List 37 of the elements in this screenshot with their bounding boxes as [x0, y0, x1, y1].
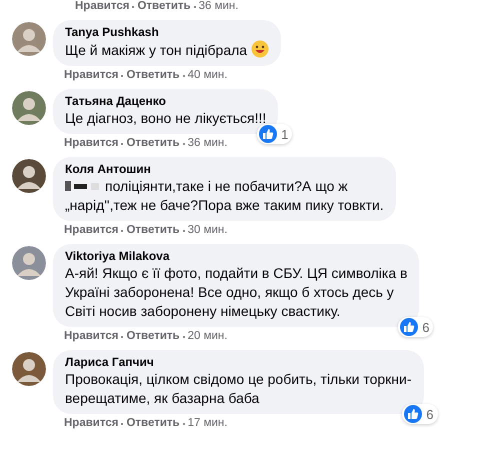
reply-link[interactable]: Ответить [126, 224, 180, 237]
reply-link[interactable]: Ответить [126, 137, 180, 150]
comment-text: Провокація, цілком свідомо це робить, тільки торкни- верещатиме, як базарна баба [65, 371, 412, 406]
timestamp[interactable]: 40 мин. [188, 69, 228, 82]
like-link[interactable]: Нравится [64, 330, 118, 343]
reply-link[interactable]: Ответить [126, 69, 180, 82]
reaction-badge[interactable]: 6 [402, 404, 438, 424]
thumbs-up-icon [400, 318, 418, 336]
comment-text: Ще й макіяж у тон підібрала [65, 42, 248, 58]
author-name[interactable]: Лариса Гапчич [65, 355, 154, 370]
comment-text: А-яй! Якщо є її фото, подайти в СБУ. ЦЯ символіка в Україні заборонена! Все одно, якщо б хтось десь у Світі носив заборонену німецьку свастику. [65, 265, 408, 319]
avatar[interactable] [12, 159, 46, 193]
reply-link[interactable]: Ответить [137, 0, 191, 13]
reaction-badge[interactable]: 1 [257, 124, 292, 144]
like-link[interactable]: Нравится [64, 137, 118, 150]
like-link[interactable]: Нравится [64, 417, 118, 430]
author-name[interactable]: Tanya Pushkash [65, 25, 159, 40]
like-link[interactable]: Нравится [64, 224, 118, 237]
reply-link[interactable]: Ответить [126, 417, 180, 430]
timestamp[interactable]: 20 мин. [188, 330, 228, 343]
avatar[interactable] [12, 352, 46, 386]
comment-text: Це діагноз, воно не лікується!!! [65, 110, 266, 126]
thumbs-up-icon [404, 405, 422, 423]
author-name[interactable]: Viktoriya Milakova [65, 249, 170, 264]
author-name[interactable]: Коля Антошин [65, 162, 151, 177]
timestamp[interactable]: 17 мин. [188, 417, 228, 430]
like-link[interactable]: Нравится [64, 69, 118, 82]
comment-text: поліціянти,таке і не побачити?А що ж „нарід'',теж не баче?Пора вже таким пику товкти. [65, 178, 384, 213]
reaction-badge[interactable]: 6 [398, 317, 434, 337]
thumbs-up-icon [259, 125, 278, 143]
timestamp[interactable]: 30 мин. [188, 224, 228, 237]
timestamp[interactable]: 36 мин. [198, 0, 238, 13]
timestamp[interactable]: 36 мин. [188, 137, 228, 150]
like-link[interactable]: Нравится [75, 0, 130, 13]
reply-link[interactable]: Ответить [126, 330, 180, 343]
avatar[interactable] [12, 91, 46, 125]
author-name[interactable]: Татьяна Даценко [65, 94, 166, 109]
